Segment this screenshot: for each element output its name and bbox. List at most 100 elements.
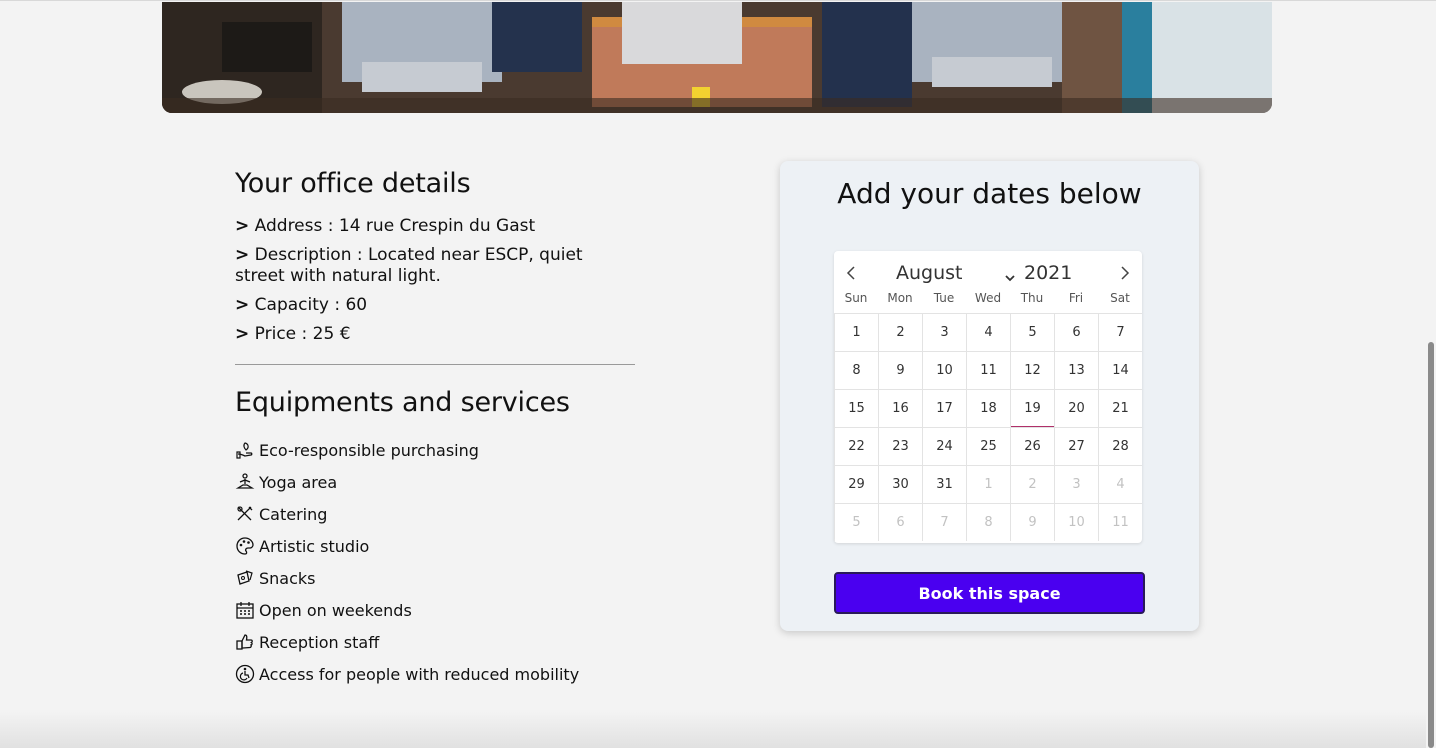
calendar-day-outside-month[interactable]: 3 — [1054, 465, 1098, 503]
calendar-day[interactable]: 6 — [1054, 313, 1098, 351]
book-space-button[interactable]: Book this space — [834, 572, 1145, 614]
calendar-day[interactable]: 18 — [966, 389, 1010, 427]
calendar-day[interactable]: 17 — [922, 389, 966, 427]
palette-icon — [235, 536, 255, 556]
calendar-day[interactable]: 11 — [966, 351, 1010, 389]
amenity-item: Eco-responsible purchasing — [235, 434, 635, 466]
amenity-item: Yoga area — [235, 466, 635, 498]
booking-card: Add your dates below August 2021 Sun Mon T… — [780, 161, 1199, 631]
section-divider — [235, 364, 635, 365]
calendar-day[interactable]: 20 — [1054, 389, 1098, 427]
calendar-day-outside-month[interactable]: 10 — [1054, 503, 1098, 541]
year-input[interactable]: 2021 — [1024, 259, 1072, 287]
month-value: August — [896, 262, 963, 284]
month-select[interactable]: August — [896, 259, 1020, 287]
calendar-day-outside-month[interactable]: 8 — [966, 503, 1010, 541]
office-detail-item: > Address : 14 rue Crespin du Gast — [235, 216, 635, 237]
calendar-icon — [235, 600, 255, 620]
calendar-day-outside-month[interactable]: 6 — [878, 503, 922, 541]
calendar-day[interactable]: 1 — [834, 313, 878, 351]
calendar-day[interactable]: 31 — [922, 465, 966, 503]
calendar-day[interactable]: 28 — [1098, 427, 1142, 465]
amenity-label: Catering — [259, 504, 328, 524]
amenity-label: Access for people with reduced mobility — [259, 664, 580, 684]
booking-title: Add your dates below — [837, 177, 1142, 210]
weekday-header: Sun Mon Tue Wed Thu Fri Sat — [834, 291, 1142, 307]
scrollbar-thumb[interactable] — [1428, 342, 1434, 748]
detail-prefix: > — [235, 324, 250, 344]
weekday-label: Mon — [887, 291, 913, 305]
weekday-label: Fri — [1068, 291, 1084, 305]
catering-icon — [235, 504, 255, 524]
calendar-day-outside-month[interactable]: 2 — [1010, 465, 1054, 503]
office-details-list: > Address : 14 rue Crespin du Gast > Desc… — [235, 216, 635, 353]
day-grid: 1 2 3 4 5 6 7 8 9 10 11 12 13 14 15 16 17 18 19 20 21 22 23 24 2… — [834, 313, 1142, 541]
scrollbar[interactable] — [1426, 0, 1436, 748]
calendar-day[interactable]: 24 — [922, 427, 966, 465]
calendar-day[interactable]: 8 — [834, 351, 878, 389]
calendar-day[interactable]: 21 — [1098, 389, 1142, 427]
calendar-day[interactable]: 2 — [878, 313, 922, 351]
detail-prefix: > — [235, 245, 250, 265]
weekday-label: Sun — [844, 291, 868, 305]
amenity-label: Open on weekends — [259, 600, 412, 620]
calendar-day[interactable]: 19 — [1010, 389, 1054, 428]
eco-hand-icon — [235, 440, 255, 460]
amenity-item: Reception staff — [235, 626, 635, 658]
amenities-list: Eco-responsible purchasing Yoga area Cater… — [235, 434, 635, 690]
detail-text: Description : Located near ESCP, quiet s… — [235, 245, 583, 286]
office-detail-item: > Capacity : 60 — [235, 295, 635, 316]
calendar-day-outside-month[interactable]: 9 — [1010, 503, 1054, 541]
calendar-day[interactable]: 16 — [878, 389, 922, 427]
calendar-day[interactable]: 22 — [834, 427, 878, 465]
calendar-day[interactable]: 27 — [1054, 427, 1098, 465]
calendar-day[interactable]: 15 — [834, 389, 878, 427]
office-photo — [162, 2, 1272, 113]
yoga-icon — [235, 472, 255, 492]
calendar-day[interactable]: 5 — [1010, 313, 1054, 351]
calendar-day-outside-month[interactable]: 7 — [922, 503, 966, 541]
amenity-item: Snacks — [235, 562, 635, 594]
calendar-day[interactable]: 26 — [1010, 427, 1054, 465]
weekday-label: Thu — [1020, 291, 1044, 305]
calendar-day[interactable]: 9 — [878, 351, 922, 389]
amenity-item: Catering — [235, 498, 635, 530]
next-month-icon[interactable] — [1114, 263, 1134, 283]
chevron-down-icon — [1004, 267, 1016, 282]
weekday-label: Wed — [974, 291, 1002, 305]
calendar-day-outside-month[interactable]: 4 — [1098, 465, 1142, 503]
prev-month-icon[interactable] — [842, 263, 862, 283]
amenity-item: Artistic studio — [235, 530, 635, 562]
detail-text: Capacity : 60 — [254, 295, 368, 315]
calendar-day[interactable]: 10 — [922, 351, 966, 389]
calendar-nav: August 2021 — [834, 259, 1142, 287]
office-details-title: Your office details — [235, 168, 471, 199]
calendar-day[interactable]: 30 — [878, 465, 922, 503]
calendar-day[interactable]: 7 — [1098, 313, 1142, 351]
calendar-day-outside-month[interactable]: 1 — [966, 465, 1010, 503]
detail-prefix: > — [235, 216, 250, 236]
wheelchair-icon — [235, 664, 255, 684]
amenity-label: Reception staff — [259, 632, 380, 652]
snacks-icon — [235, 568, 255, 588]
amenity-item: Access for people with reduced mobility — [235, 658, 635, 690]
date-picker: August 2021 Sun Mon Tue Wed Thu Fri Sat 123456… — [834, 251, 1142, 543]
office-detail-item: > Description : Located near ESCP, quiet… — [235, 245, 635, 287]
calendar-day[interactable]: 25 — [966, 427, 1010, 465]
calendar-day-outside-month[interactable]: 11 — [1098, 503, 1142, 541]
calendar-day[interactable]: 14 — [1098, 351, 1142, 389]
amenity-item: Open on weekends — [235, 594, 635, 626]
equipment-title: Equipments and services — [235, 387, 570, 418]
calendar-day[interactable]: 29 — [834, 465, 878, 503]
calendar-day[interactable]: 4 — [966, 313, 1010, 351]
page: Your office details > Address : 14 rue C… — [0, 0, 1436, 748]
calendar-day[interactable]: 23 — [878, 427, 922, 465]
weekday-label: Tue — [933, 291, 955, 305]
calendar-day[interactable]: 13 — [1054, 351, 1098, 389]
top-divider — [0, 0, 1436, 1]
amenity-label: Snacks — [259, 568, 316, 588]
calendar-day[interactable]: 3 — [922, 313, 966, 351]
calendar-day[interactable]: 12 — [1010, 351, 1054, 389]
detail-text: Address : 14 rue Crespin du Gast — [254, 216, 536, 236]
calendar-day-outside-month[interactable]: 5 — [834, 503, 878, 541]
